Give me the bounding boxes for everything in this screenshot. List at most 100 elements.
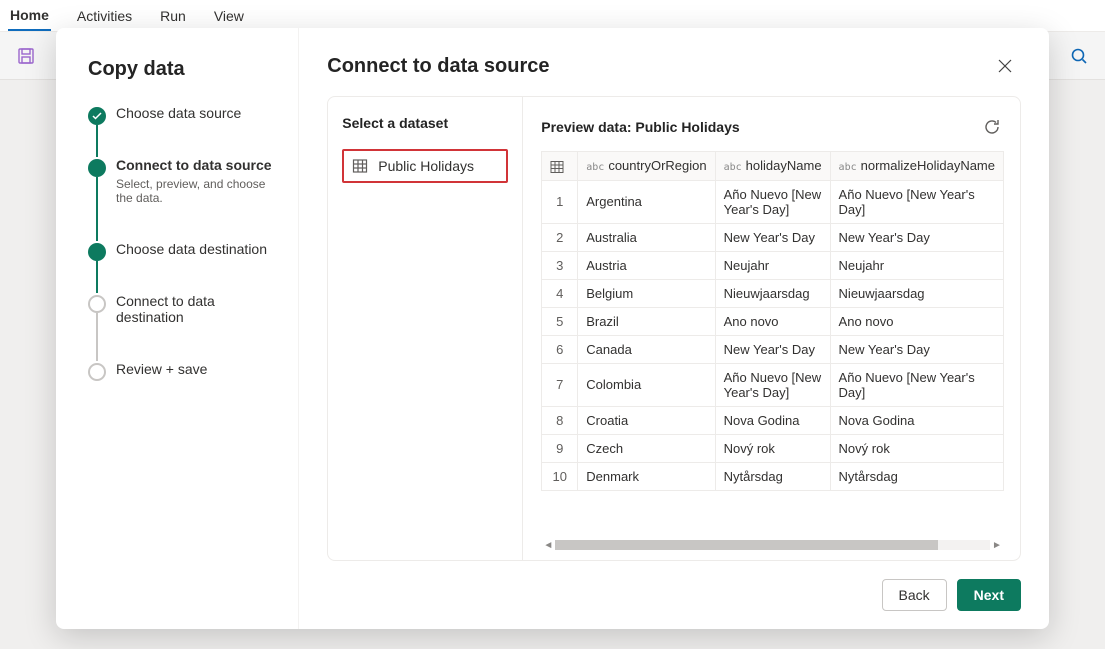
row-number: 8 [542,406,578,434]
scrollbar-track[interactable] [555,540,990,550]
dataset-item-label: Public Holidays [378,158,474,174]
cell-normalizeholidayname: Año Nuevo [New Year's Day] [830,180,1003,223]
next-button[interactable]: Next [957,579,1021,611]
table-row[interactable]: 1ArgentinaAño Nuevo [New Year's Day]Año … [542,180,1004,223]
content-card: Select a dataset Public Holidays Preview… [327,96,1021,561]
cell-holidayname: New Year's Day [715,223,830,251]
step-choose-data-destination[interactable]: Choose data destination [88,241,274,293]
wizard-steps-pane: Copy data Choose data source Connect to … [56,28,299,629]
cell-countryorregion: Canada [578,335,715,363]
refresh-button[interactable] [980,115,1004,139]
cell-holidayname: Ano novo [715,307,830,335]
cell-normalizeholidayname: New Year's Day [830,223,1003,251]
cell-normalizeholidayname: New Year's Day [830,335,1003,363]
column-header-holidayname[interactable]: abc holidayName [715,152,830,181]
dot-icon [88,243,106,261]
table-row[interactable]: 7ColombiaAño Nuevo [New Year's Day]Año N… [542,363,1004,406]
circle-icon [88,295,106,313]
type-tag: abc [839,162,857,173]
cell-holidayname: Neujahr [715,251,830,279]
cell-countryorregion: Czech [578,434,715,462]
row-number: 3 [542,251,578,279]
dot-icon [88,159,106,177]
cell-holidayname: Nový rok [715,434,830,462]
table-row[interactable]: 4BelgiumNieuwjaarsdagNieuwjaarsdag [542,279,1004,307]
cell-normalizeholidayname: Nytårsdag [830,462,1003,490]
close-button[interactable] [989,50,1021,82]
check-icon [88,107,106,125]
cell-holidayname: New Year's Day [715,335,830,363]
table-row[interactable]: 8CroatiaNova GodinaNova Godina [542,406,1004,434]
dataset-pane: Select a dataset Public Holidays [328,97,523,560]
step-label: Choose data destination [116,241,274,257]
cell-normalizeholidayname: Nový rok [830,434,1003,462]
table-row[interactable]: 6CanadaNew Year's DayNew Year's Day [542,335,1004,363]
preview-title: Preview data: Public Holidays [541,119,739,135]
table-icon [550,160,564,174]
row-number: 7 [542,363,578,406]
table-row[interactable]: 5BrazilAno novoAno novo [542,307,1004,335]
step-connect-to-data-destination[interactable]: Connect to data destination [88,293,274,361]
row-number: 2 [542,223,578,251]
menu-home[interactable]: Home [8,1,51,31]
dataset-pane-title: Select a dataset [342,115,508,131]
step-sublabel: Select, preview, and choose the data. [116,177,274,205]
cell-countryorregion: Denmark [578,462,715,490]
type-tag: abc [586,162,604,173]
menu-activities[interactable]: Activities [75,2,134,30]
table-row[interactable]: 10DenmarkNytårsdagNytårsdag [542,462,1004,490]
type-tag: abc [724,162,742,173]
row-number: 4 [542,279,578,307]
menu-view[interactable]: View [212,2,246,30]
rownum-header[interactable] [542,152,578,181]
table-header-row: abccountryOrRegion abcholidayName abcnor… [542,152,1004,181]
horizontal-scrollbar[interactable]: ◄ ► [541,538,1004,552]
row-number: 5 [542,307,578,335]
table-icon [352,158,368,174]
cell-holidayname: Año Nuevo [New Year's Day] [715,363,830,406]
cell-normalizeholidayname: Neujahr [830,251,1003,279]
step-label: Connect to data source [116,157,274,173]
scroll-left-icon[interactable]: ◄ [541,540,555,551]
preview-table: abccountryOrRegion abcholidayName abcnor… [541,151,1004,491]
column-header-countryorregion[interactable]: abc countryOrRegion [578,152,715,181]
column-name: countryOrRegion [608,158,706,173]
table-row[interactable]: 3AustriaNeujahrNeujahr [542,251,1004,279]
cell-holidayname: Nova Godina [715,406,830,434]
panel-title: Connect to data source [327,55,549,78]
dialog-footer: Back Next [299,561,1049,629]
menu-run[interactable]: Run [158,2,188,30]
wizard-content-pane: Connect to data source Select a dataset [299,28,1049,629]
cell-normalizeholidayname: Año Nuevo [New Year's Day] [830,363,1003,406]
table-row[interactable]: 2AustraliaNew Year's DayNew Year's Day [542,223,1004,251]
step-connect-to-data-source[interactable]: Connect to data source Select, preview, … [88,157,274,241]
cell-countryorregion: Australia [578,223,715,251]
step-label: Review + save [116,361,274,377]
row-number: 9 [542,434,578,462]
step-label: Choose data source [116,105,274,121]
cell-countryorregion: Argentina [578,180,715,223]
wizard-title: Copy data [88,58,274,81]
row-number: 1 [542,180,578,223]
step-label: Connect to data destination [116,293,274,325]
scrollbar-thumb[interactable] [555,540,938,550]
preview-pane: Preview data: Public Holidays [523,97,1020,560]
cell-countryorregion: Austria [578,251,715,279]
cell-holidayname: Año Nuevo [New Year's Day] [715,180,830,223]
cell-normalizeholidayname: Nova Godina [830,406,1003,434]
row-number: 10 [542,462,578,490]
step-choose-data-source[interactable]: Choose data source [88,105,274,157]
back-button[interactable]: Back [882,579,947,611]
table-row[interactable]: 9CzechNový rokNový rok [542,434,1004,462]
cell-countryorregion: Colombia [578,363,715,406]
dataset-item-public-holidays[interactable]: Public Holidays [342,149,508,183]
scroll-right-icon[interactable]: ► [990,540,1004,551]
step-review-save[interactable]: Review + save [88,361,274,413]
column-name: normalizeHolidayName [861,158,995,173]
preview-table-scroll[interactable]: abccountryOrRegion abcholidayName abcnor… [541,151,1004,532]
cell-countryorregion: Belgium [578,279,715,307]
column-header-normalizeholidayname[interactable]: abc normalizeHolidayName [830,152,1003,181]
column-name: holidayName [746,158,822,173]
cell-normalizeholidayname: Nieuwjaarsdag [830,279,1003,307]
row-number: 6 [542,335,578,363]
